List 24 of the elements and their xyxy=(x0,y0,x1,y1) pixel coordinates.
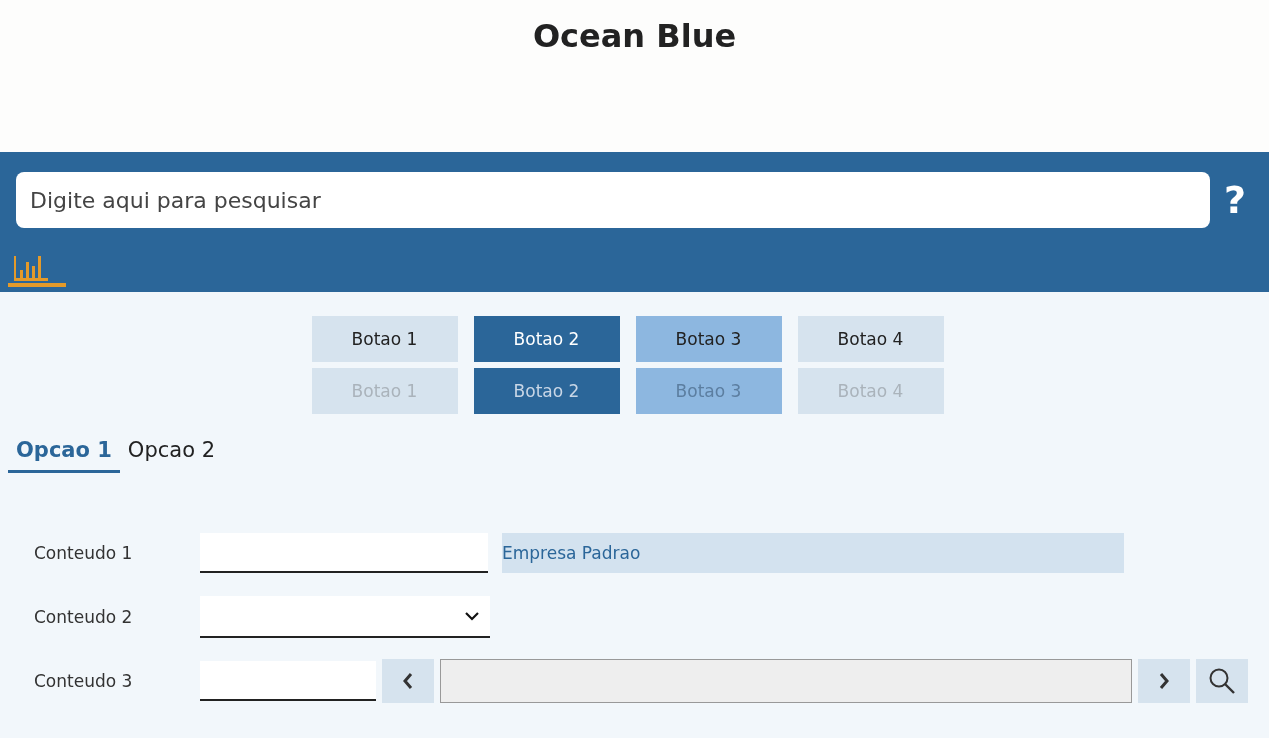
page-title: Ocean Blue xyxy=(532,16,737,57)
tab[interactable]: Opcao 2 xyxy=(119,436,224,473)
chevron-left-icon xyxy=(402,672,414,690)
next-button[interactable] xyxy=(1138,659,1190,703)
help-icon[interactable]: ? xyxy=(1224,178,1247,222)
field-label: Conteudo 3 xyxy=(34,671,134,691)
action-button[interactable]: Botao 2 xyxy=(473,316,620,362)
field-label: Conteudo 2 xyxy=(34,607,134,627)
select-field[interactable] xyxy=(200,596,490,638)
action-button[interactable]: Botao 3 xyxy=(635,316,782,362)
search-icon xyxy=(1208,667,1236,695)
previous-button[interactable] xyxy=(382,659,434,703)
action-button[interactable]: Botao 4 xyxy=(797,316,944,362)
search-field[interactable]: Digite aqui para pesquisar xyxy=(16,172,1210,228)
search-button[interactable] xyxy=(1196,659,1248,703)
lookup-field[interactable] xyxy=(440,659,1132,703)
input-field[interactable] xyxy=(200,661,376,701)
tab[interactable]: Opcao 1 xyxy=(8,436,120,473)
field-label: Conteudo 1 xyxy=(34,543,134,563)
input-field[interactable] xyxy=(200,533,488,573)
chevron-down-icon xyxy=(464,611,480,621)
display-field: Empresa Padrao xyxy=(502,533,1124,573)
chevron-right-icon xyxy=(1158,672,1170,690)
action-button[interactable]: Botao 1 xyxy=(311,316,458,362)
